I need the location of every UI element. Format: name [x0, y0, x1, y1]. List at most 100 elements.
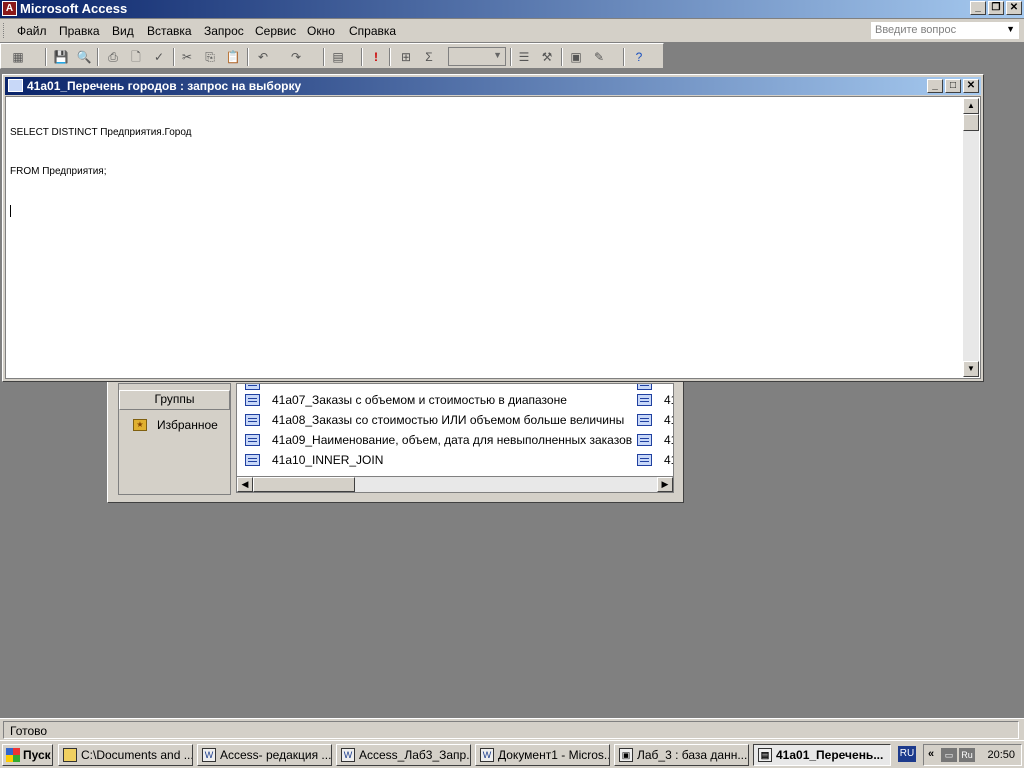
scroll-up-icon[interactable]: ▲: [963, 98, 979, 114]
menu-tools[interactable]: Сервис: [255, 24, 296, 38]
toolbar-separator: [97, 48, 99, 66]
network-icon[interactable]: ▭: [941, 748, 957, 762]
scroll-down-icon[interactable]: ▼: [963, 361, 979, 377]
chevron-down-icon[interactable]: ▼: [493, 50, 502, 60]
toolbar-separator: [389, 48, 391, 66]
query-window-controls: _ □ ✕: [927, 79, 979, 93]
scroll-thumb[interactable]: [963, 114, 979, 131]
menu-grip[interactable]: [3, 23, 6, 38]
sql-line: FROM Предприятия;: [10, 166, 107, 177]
toolbar-separator: [323, 48, 325, 66]
scroll-thumb[interactable]: [253, 477, 355, 492]
run-icon[interactable]: !: [367, 48, 385, 66]
app-title: Microsoft Access: [20, 1, 128, 16]
minimize-button[interactable]: _: [970, 1, 986, 15]
close-button[interactable]: ✕: [1006, 1, 1022, 15]
status-bar: Готово: [0, 718, 1024, 740]
help-icon[interactable]: ?: [630, 48, 648, 66]
status-text: Готово: [3, 721, 1019, 739]
list-item[interactable]: 41: [637, 410, 673, 430]
menu-file[interactable]: Файл: [17, 24, 47, 38]
redo-icon[interactable]: ↷: [287, 48, 305, 66]
help-question-box[interactable]: Введите вопрос ▼: [870, 21, 1020, 40]
taskbar-item-word-1[interactable]: W Access- редакция ...: [197, 744, 332, 766]
view-grid-icon[interactable]: ▦: [9, 48, 27, 66]
taskbar-item-word-2[interactable]: W Access_Лаб3_Запр...: [336, 744, 471, 766]
builder-icon[interactable]: ⚒: [538, 48, 556, 66]
taskbar-item-explorer[interactable]: C:\Documents and ...: [58, 744, 193, 766]
vertical-scrollbar[interactable]: ▲ ▼: [963, 98, 979, 377]
horizontal-scrollbar[interactable]: ◀ ▶: [236, 476, 674, 493]
menu-help[interactable]: Справка: [349, 24, 396, 38]
list-item[interactable]: 41: [637, 390, 673, 410]
groups-header[interactable]: Группы: [119, 390, 230, 410]
list-item[interactable]: 41a08_Заказы со стоимостью ИЛИ объемом б…: [245, 410, 624, 430]
query-name: 41a08_Заказы со стоимостью ИЛИ объемом б…: [272, 413, 625, 427]
database-icon: ▣: [619, 748, 633, 762]
language-indicator[interactable]: RU: [898, 746, 916, 762]
list-item[interactable]: 41: [637, 430, 673, 450]
maximize-button[interactable]: □: [945, 79, 961, 93]
system-tray: « ▭ Ru 20:50: [923, 744, 1022, 766]
menu-view[interactable]: Вид: [112, 24, 134, 38]
query-icon: ▤: [758, 748, 772, 762]
restore-button[interactable]: ❐: [988, 1, 1004, 15]
query-icon: [245, 434, 260, 446]
spelling-icon[interactable]: ✓: [150, 48, 168, 66]
toolbar-separator: [247, 48, 249, 66]
chevron-down-icon[interactable]: ▼: [1006, 24, 1015, 34]
query-list: 41a07_Заказы с объемом и стоимостью в ди…: [236, 383, 674, 479]
taskbar-item-database[interactable]: ▣ Лаб_3 : база данн...: [614, 744, 749, 766]
print-preview-icon[interactable]: 🗋: [127, 48, 145, 66]
start-button[interactable]: Пуск: [2, 744, 53, 766]
taskbar-item-word-3[interactable]: W Документ1 - Micros...: [475, 744, 610, 766]
windows-logo-icon: [6, 748, 20, 762]
favorites-item[interactable]: ★ Избранное: [133, 416, 218, 434]
top-values-combo[interactable]: ▼: [448, 47, 506, 66]
menu-edit[interactable]: Правка: [59, 24, 100, 38]
database-window-icon[interactable]: ▣: [567, 48, 585, 66]
query-icon: [245, 394, 260, 406]
toolbar-separator: [361, 48, 363, 66]
taskbar-item-label: 41a01_Перечень...: [776, 748, 884, 762]
close-button[interactable]: ✕: [963, 79, 979, 93]
folder-icon: [63, 748, 77, 762]
menu-window[interactable]: Окно: [307, 24, 335, 38]
query-window-titlebar[interactable]: 41a01_Перечень городов : запрос на выбор…: [5, 77, 981, 95]
access-app-icon[interactable]: A: [2, 1, 17, 16]
taskbar-item-query[interactable]: ▤ 41a01_Перечень...: [753, 744, 891, 766]
menu-insert[interactable]: Вставка: [147, 24, 192, 38]
save-icon[interactable]: 💾: [52, 48, 70, 66]
query-type-icon[interactable]: ▤: [329, 48, 347, 66]
sql-editor[interactable]: SELECT DISTINCT Предприятия.Город FROM П…: [5, 96, 981, 379]
copy-icon[interactable]: ⎘: [201, 48, 219, 66]
minimize-button[interactable]: _: [927, 79, 943, 93]
tray-lang-icon[interactable]: Ru: [959, 748, 975, 762]
query-name: 41: [664, 453, 673, 467]
search-file-icon[interactable]: 🔍: [75, 48, 93, 66]
scroll-right-icon[interactable]: ▶: [657, 477, 673, 492]
print-icon[interactable]: ⎙: [104, 48, 122, 66]
menu-query[interactable]: Запрос: [204, 24, 244, 38]
list-item[interactable]: 41a07_Заказы с объемом и стоимостью в ди…: [245, 390, 567, 410]
start-label: Пуск: [23, 748, 51, 762]
query-icon: [637, 384, 652, 390]
query-icon: [245, 414, 260, 426]
taskbar: Пуск C:\Documents and ... W Access- реда…: [0, 740, 1024, 768]
query-icon: [637, 434, 652, 446]
totals-icon[interactable]: Σ: [420, 48, 438, 66]
show-table-icon[interactable]: ⊞: [397, 48, 415, 66]
paste-icon[interactable]: 📋: [224, 48, 242, 66]
tray-expand-icon[interactable]: «: [928, 748, 934, 760]
scroll-left-icon[interactable]: ◀: [237, 477, 253, 492]
app-titlebar: A Microsoft Access _ ❐ ✕: [0, 0, 1024, 18]
groups-panel: Группы ★ Избранное: [118, 383, 231, 495]
cut-icon[interactable]: ✂: [178, 48, 196, 66]
properties-icon[interactable]: ☰: [515, 48, 533, 66]
query-name: 41: [664, 393, 673, 407]
new-object-icon[interactable]: ✎: [590, 48, 608, 66]
undo-icon[interactable]: ↶: [254, 48, 272, 66]
list-item[interactable]: 41a10_INNER_JOIN: [245, 450, 383, 470]
list-item[interactable]: 41a09_Наименование, объем, дата для невы…: [245, 430, 632, 450]
list-item[interactable]: 41: [637, 450, 673, 470]
